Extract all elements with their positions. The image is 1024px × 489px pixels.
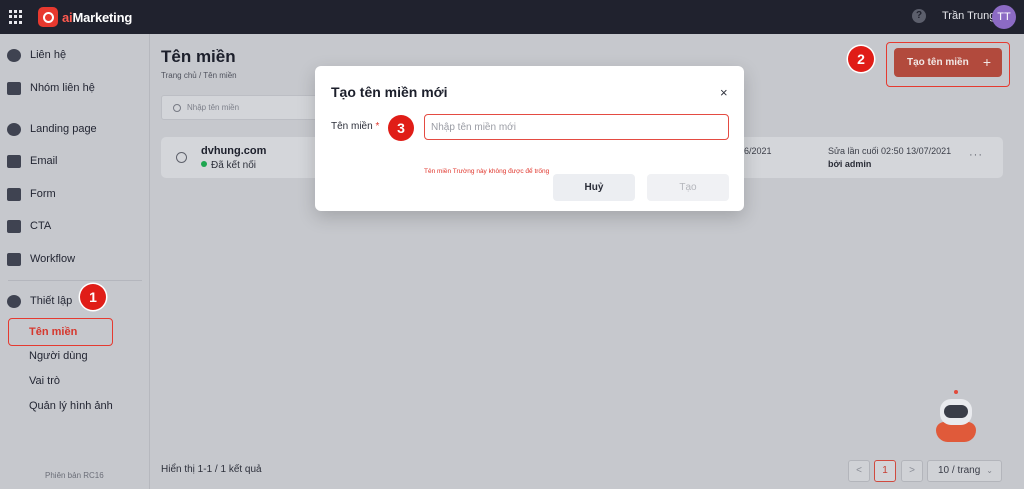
sidebar-item-contacts[interactable]: Liên hệ [0, 40, 150, 70]
sidebar-item-label: Workflow [30, 253, 76, 265]
sidebar-item-label: Landing page [30, 123, 97, 135]
workflow-icon [7, 252, 21, 266]
search-input[interactable]: Nhập tên miền [161, 95, 321, 120]
sidebar-item-landing-page[interactable]: Landing page [0, 114, 150, 144]
step-badge-3: 3 [388, 115, 414, 141]
cta-icon [7, 219, 21, 233]
sidebar-item-contact-groups[interactable]: Nhóm liên hệ [0, 73, 150, 103]
step-badge-1: 1 [80, 284, 106, 310]
search-icon [173, 103, 181, 112]
create-domain-modal: Tạo tên miền mới × Tên miền * Tên miền T… [315, 66, 744, 211]
contacts-icon [7, 48, 21, 62]
sidebar-item-cta[interactable]: CTA [0, 211, 150, 241]
next-page-button[interactable]: > [901, 460, 923, 482]
status-dot-icon [201, 161, 207, 167]
sidebar: Liên hệ Nhóm liên hệ Landing page Email … [0, 34, 150, 489]
chevron-down-icon: ⌄ [986, 466, 993, 475]
email-icon [7, 154, 21, 168]
sidebar-item-settings[interactable]: Thiết lập [0, 286, 150, 316]
domain-modified-by: bởi admin [828, 159, 872, 169]
row-select-radio[interactable] [176, 152, 187, 163]
page-1-button[interactable]: 1 [874, 460, 896, 482]
logo-suffix: Marketing [72, 9, 133, 25]
sidebar-subitem-images[interactable]: Quản lý hình ảnh [29, 400, 113, 412]
sidebar-item-label: CTA [30, 220, 52, 232]
close-icon[interactable]: × [720, 85, 728, 100]
breadcrumb[interactable]: Trang chủ / Tên miền [161, 71, 237, 80]
prev-page-button[interactable]: < [848, 460, 870, 482]
step-badge-2: 2 [848, 46, 874, 72]
sidebar-item-label: Nhóm liên hệ [30, 82, 95, 94]
settings-icon [7, 294, 21, 308]
domain-modified: Sửa lần cuối 02:50 13/07/2021 [828, 146, 952, 156]
domain-name[interactable]: dvhung.com [201, 145, 266, 157]
sidebar-item-label: Email [30, 155, 58, 167]
highlight-box-domains [8, 318, 113, 346]
status-text: Đã kết nối [211, 160, 257, 171]
sidebar-item-workflow[interactable]: Workflow [0, 244, 150, 274]
app-logo-text[interactable]: aiMarketing [62, 10, 132, 25]
top-bar: aiMarketing [0, 0, 1024, 34]
chat-bot-icon[interactable] [936, 390, 976, 442]
cancel-button[interactable]: Huỷ [553, 174, 635, 201]
required-mark: * [375, 121, 380, 132]
logo-icon [38, 7, 58, 27]
modal-title: Tạo tên miền mới [331, 84, 448, 100]
domain-name-field[interactable] [424, 114, 729, 140]
contact-group-icon [7, 81, 21, 95]
domain-status: Đã kết nối [201, 160, 256, 171]
sidebar-subitem-users[interactable]: Người dùng [29, 350, 88, 362]
logo-prefix: ai [62, 9, 73, 25]
page-size-value: 10 / trang [938, 465, 981, 476]
version-label: Phiên bản RC16 [45, 471, 104, 480]
user-name[interactable]: Trần Trung [942, 10, 995, 22]
search-placeholder: Nhập tên miền [187, 103, 240, 112]
page-title: Tên miền [161, 47, 236, 66]
sidebar-subitem-roles[interactable]: Vai trò [29, 375, 60, 387]
submit-button[interactable]: Tạo [647, 174, 729, 201]
result-count: Hiển thị 1-1 / 1 kết quả [161, 464, 262, 475]
sidebar-item-form[interactable]: Form [0, 179, 150, 209]
field-error-message: Tên miền Trường này không được để trống [424, 168, 550, 175]
domain-field-label: Tên miền * [331, 121, 379, 132]
page-size-select[interactable]: 10 / trang ⌄ [927, 460, 1002, 482]
domain-field-label-text: Tên miền [331, 121, 373, 132]
sidebar-item-label: Thiết lập [30, 295, 73, 307]
more-actions-icon[interactable]: ··· [969, 149, 983, 161]
sidebar-item-email[interactable]: Email [0, 146, 150, 176]
avatar[interactable]: TT [992, 5, 1016, 29]
landing-page-icon [7, 122, 21, 136]
sidebar-item-label: Form [30, 188, 56, 200]
help-icon[interactable]: ? [912, 9, 926, 23]
sidebar-divider [8, 280, 142, 281]
app-grid-icon[interactable] [9, 10, 23, 24]
sidebar-item-label: Liên hệ [30, 49, 67, 61]
form-icon [7, 187, 21, 201]
highlight-box-create-button [886, 42, 1010, 87]
